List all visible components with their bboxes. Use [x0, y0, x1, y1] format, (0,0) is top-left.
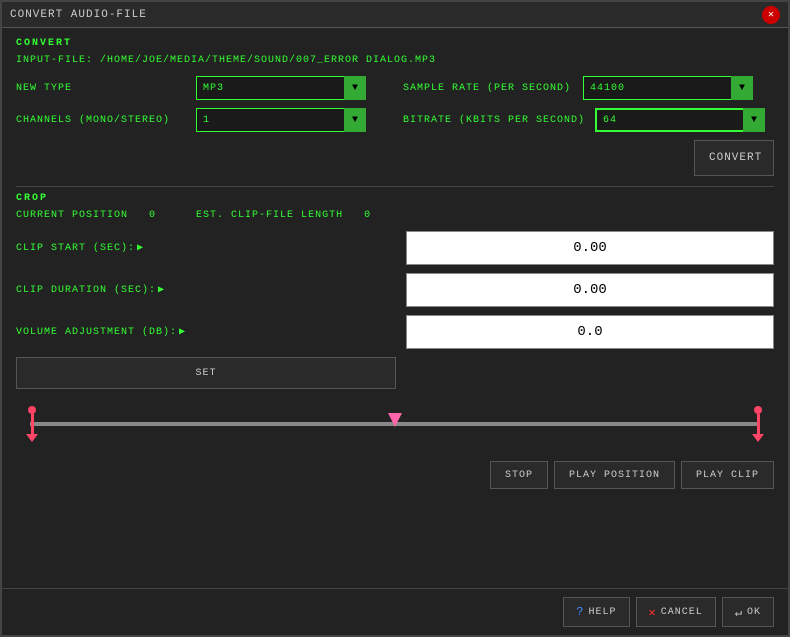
channels-label: CHANNELS (MONO/STEREO) — [16, 115, 186, 126]
clip-start-label: CLIP START (SEC): ▶ — [16, 242, 406, 254]
volume-adjustment-input[interactable] — [406, 315, 774, 349]
section-divider — [16, 186, 774, 187]
stop-button[interactable]: STOP — [490, 461, 548, 489]
handle-right-foot-icon — [752, 434, 764, 442]
bitrate-dropdown-wrapper: 32 64 128 192 256 320 ▼ — [595, 108, 765, 132]
clip-duration-label: CLIP DURATION (SEC): ▶ — [16, 284, 406, 296]
new-type-label: NEW TYPE — [16, 83, 186, 94]
slider-handle-right[interactable] — [752, 406, 764, 442]
volume-adjustment-arrow-icon: ▶ — [179, 326, 186, 338]
handle-left-foot-icon — [26, 434, 38, 442]
handle-left-stem-icon — [31, 414, 34, 434]
set-btn-row: SET — [16, 357, 774, 389]
ok-button[interactable]: ↵ OK — [722, 597, 774, 627]
help-button[interactable]: ? HELP — [563, 597, 629, 627]
slider-handle-left[interactable] — [26, 406, 38, 442]
form-row-2: CHANNELS (MONO/STEREO) 1 2 ▼ BITRATE (KB… — [16, 108, 774, 132]
handle-left-pin-icon — [28, 406, 36, 414]
new-type-col: NEW TYPE MP3 WAV OGG FLAC AAC ▼ — [16, 76, 387, 100]
bitrate-col: BITRATE (KBITS PER SECOND) 32 64 128 192… — [403, 108, 774, 132]
bitrate-select[interactable]: 32 64 128 192 256 320 — [595, 108, 765, 132]
crop-info-row: CURRENT POSITION 0 EST. CLIP-FILE LENGTH… — [16, 210, 774, 221]
cancel-icon: ✕ — [649, 605, 657, 620]
volume-adjustment-label: VOLUME ADJUSTMENT (DB): ▶ — [16, 326, 406, 338]
main-content: CONVERT INPUT-FILE: /HOME/JOE/MEDIA/THEM… — [2, 28, 788, 588]
channels-select[interactable]: 1 2 — [196, 108, 366, 132]
est-clip-info: EST. CLIP-FILE LENGTH 0 — [196, 210, 371, 221]
crop-section-label: CROP — [16, 193, 774, 204]
main-window: CONVERT AUDIO-FILE ✕ CONVERT INPUT-FILE:… — [0, 0, 790, 637]
help-icon: ? — [576, 605, 584, 619]
clip-duration-input[interactable] — [406, 273, 774, 307]
convert-section: CONVERT INPUT-FILE: /HOME/JOE/MEDIA/THEM… — [16, 38, 774, 180]
sample-rate-select[interactable]: 8000 11025 22050 44100 48000 96000 — [583, 76, 753, 100]
new-type-select[interactable]: MP3 WAV OGG FLAC AAC — [196, 76, 366, 100]
new-type-dropdown-wrapper: MP3 WAV OGG FLAC AAC ▼ — [196, 76, 366, 100]
handle-right-pin-icon — [754, 406, 762, 414]
sample-rate-col: SAMPLE RATE (PER SECOND) 8000 11025 2205… — [403, 76, 774, 100]
set-button[interactable]: SET — [16, 357, 396, 389]
bottom-row: ? HELP ✕ CANCEL ↵ OK — [2, 588, 788, 635]
input-file-label: INPUT-FILE: /HOME/JOE/MEDIA/THEME/SOUND/… — [16, 55, 774, 66]
convert-button[interactable]: CONVERT — [694, 140, 774, 176]
volume-adjustment-row: VOLUME ADJUSTMENT (DB): ▶ — [16, 315, 774, 349]
clip-duration-arrow-icon: ▶ — [158, 284, 165, 296]
form-row-1: NEW TYPE MP3 WAV OGG FLAC AAC ▼ SAMPLE R… — [16, 76, 774, 100]
window-title: CONVERT AUDIO-FILE — [10, 9, 147, 21]
channels-dropdown-wrapper: 1 2 ▼ — [196, 108, 366, 132]
slider-handle-mid[interactable] — [388, 413, 402, 427]
sample-rate-dropdown-wrapper: 8000 11025 22050 44100 48000 96000 ▼ — [583, 76, 753, 100]
playback-row: STOP PLAY POSITION PLAY CLIP — [16, 461, 774, 489]
channels-col: CHANNELS (MONO/STEREO) 1 2 ▼ — [16, 108, 387, 132]
current-position-info: CURRENT POSITION 0 — [16, 210, 156, 221]
ok-icon: ↵ — [735, 605, 743, 620]
convert-btn-area: CONVERT — [16, 140, 774, 176]
title-bar: CONVERT AUDIO-FILE ✕ — [2, 2, 788, 28]
sample-rate-label: SAMPLE RATE (PER SECOND) — [403, 83, 573, 94]
slider-area — [16, 399, 774, 449]
bitrate-label: BITRATE (KBITS PER SECOND) — [403, 115, 585, 126]
cancel-button[interactable]: ✕ CANCEL — [636, 597, 716, 627]
clip-start-row: CLIP START (SEC): ▶ — [16, 231, 774, 265]
close-button[interactable]: ✕ — [762, 6, 780, 24]
clip-start-arrow-icon: ▶ — [137, 242, 144, 254]
play-position-button[interactable]: PLAY POSITION — [554, 461, 675, 489]
clip-start-input[interactable] — [406, 231, 774, 265]
play-clip-button[interactable]: PLAY CLIP — [681, 461, 774, 489]
clip-duration-row: CLIP DURATION (SEC): ▶ — [16, 273, 774, 307]
convert-section-label: CONVERT — [16, 38, 774, 49]
crop-section: CROP CURRENT POSITION 0 EST. CLIP-FILE L… — [16, 193, 774, 489]
handle-right-stem-icon — [757, 414, 760, 434]
